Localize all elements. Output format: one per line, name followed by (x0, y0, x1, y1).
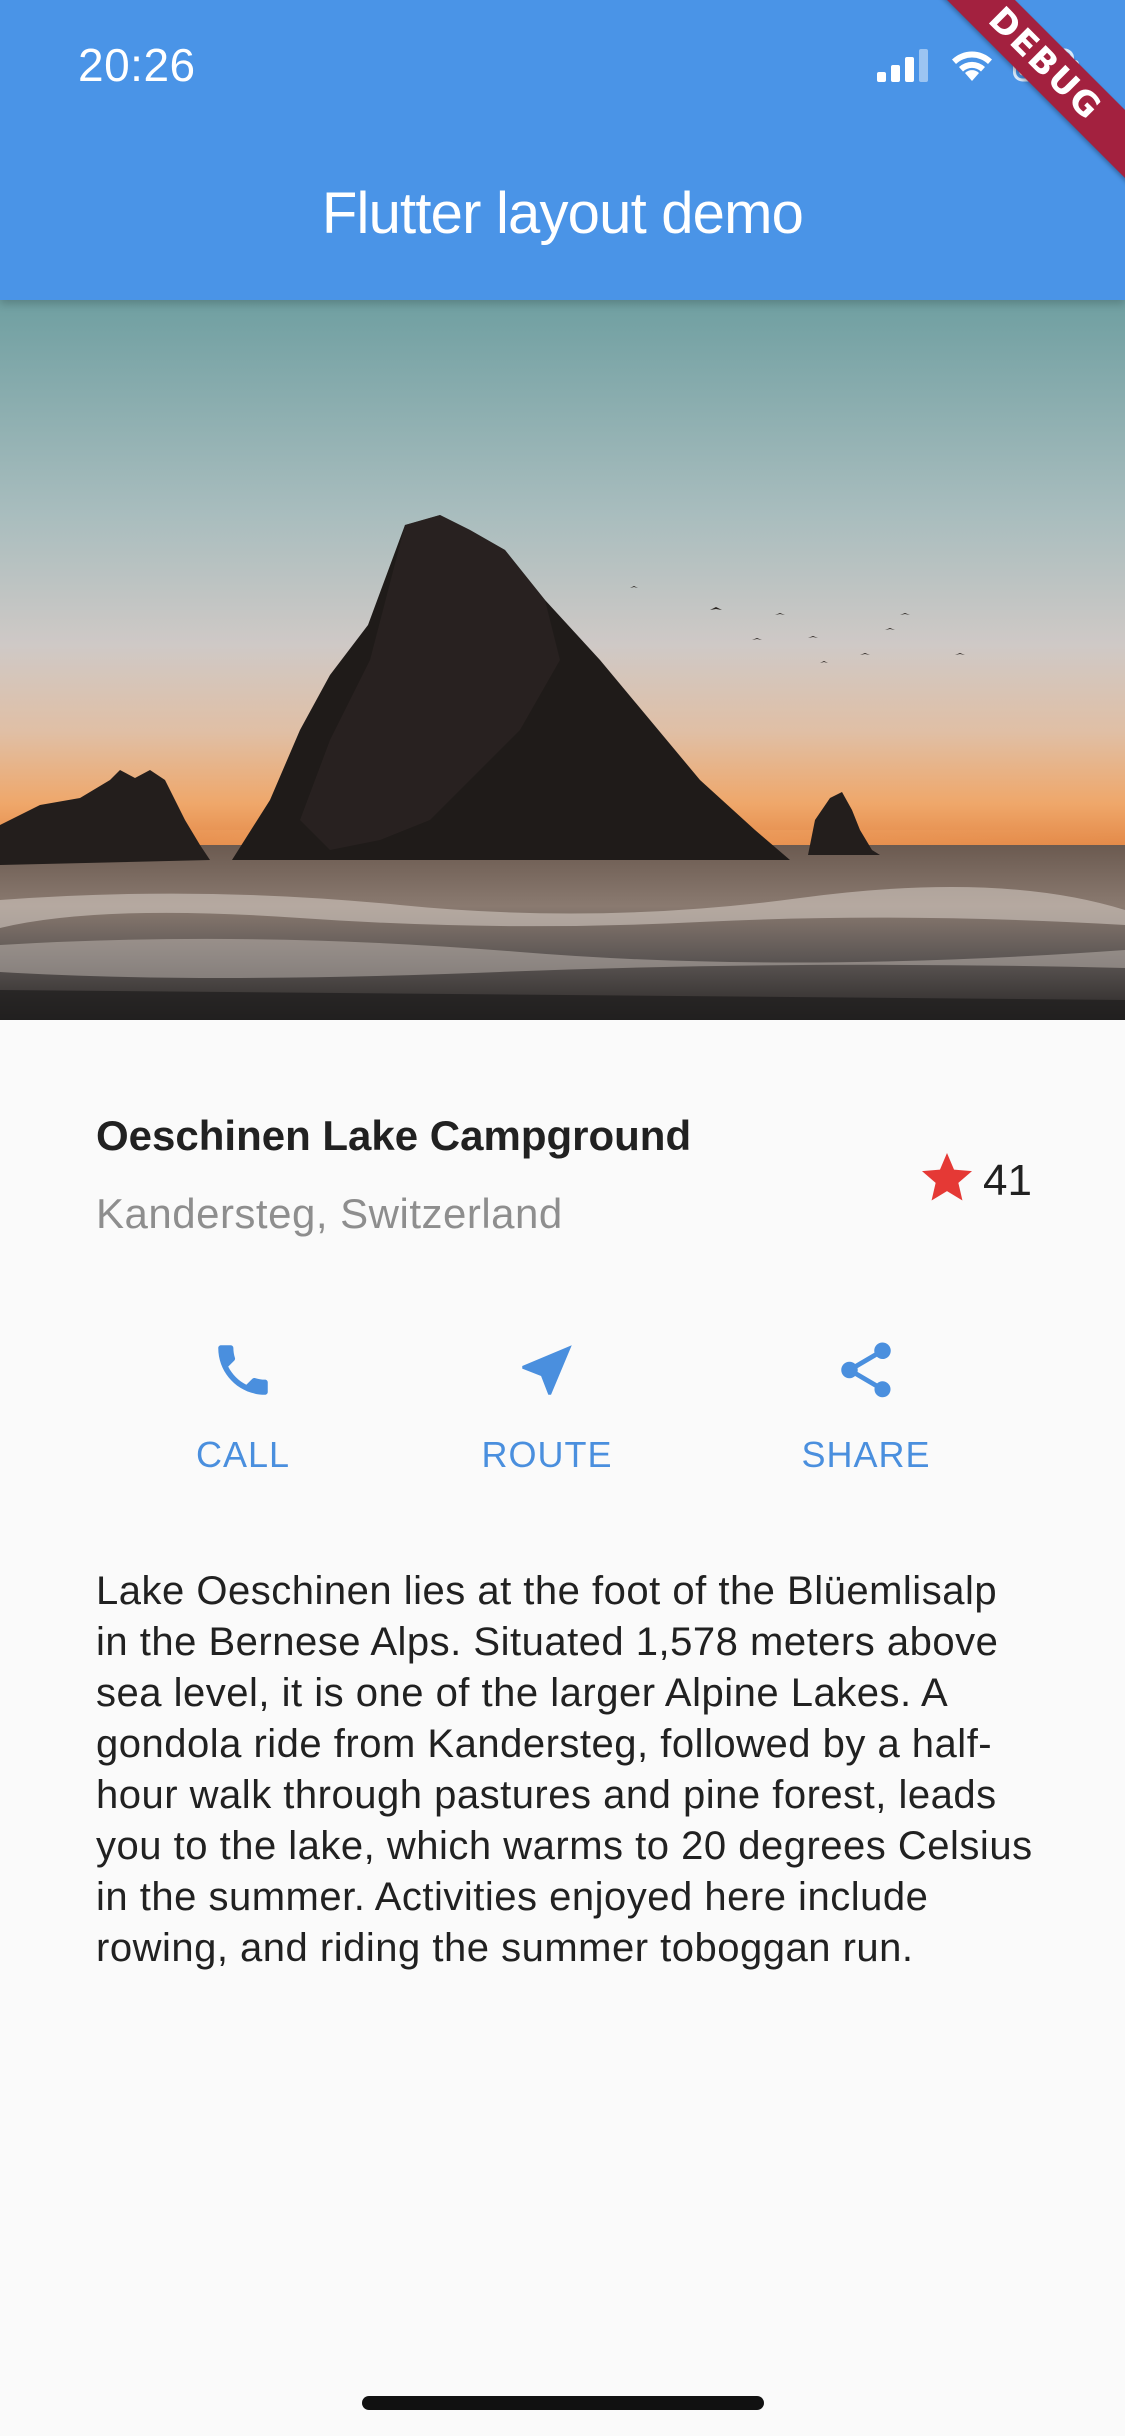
share-button[interactable]: SHARE (746, 1334, 986, 1476)
route-label: ROUTE (481, 1434, 613, 1475)
rating: 41 (917, 1148, 1032, 1213)
rating-count: 41 (983, 1155, 1032, 1205)
debug-banner: DEBUG (907, 0, 1125, 202)
place-location: Kandersteg, Switzerland (96, 1190, 563, 1237)
route-button[interactable]: ROUTE (427, 1334, 667, 1476)
share-label: SHARE (801, 1434, 931, 1475)
star-icon (917, 1148, 977, 1213)
wifi-icon (949, 48, 995, 87)
status-bar-time: 20:26 (78, 39, 196, 91)
signal-icon (877, 48, 931, 87)
button-section: CALL ROUTE SHARE (0, 1334, 1125, 1484)
call-label: CALL (195, 1434, 291, 1475)
phone-icon (207, 1334, 279, 1406)
description-text: Lake Oeschinen lies at the foot of the B… (96, 1569, 1033, 1970)
share-icon (830, 1334, 902, 1406)
title-section: Oeschinen Lake Campground Kandersteg, Sw… (96, 1108, 1032, 1248)
place-name: Oeschinen Lake Campground (96, 1112, 692, 1159)
app-bar-title: Flutter layout demo (321, 181, 804, 246)
call-button[interactable]: CALL (123, 1334, 363, 1476)
home-indicator[interactable] (362, 2396, 764, 2410)
app-bar: 20:26 Flutter layout demo DEBUG (0, 0, 1125, 300)
hero-image (0, 300, 1125, 1020)
navigation-arrow-icon (511, 1334, 583, 1406)
